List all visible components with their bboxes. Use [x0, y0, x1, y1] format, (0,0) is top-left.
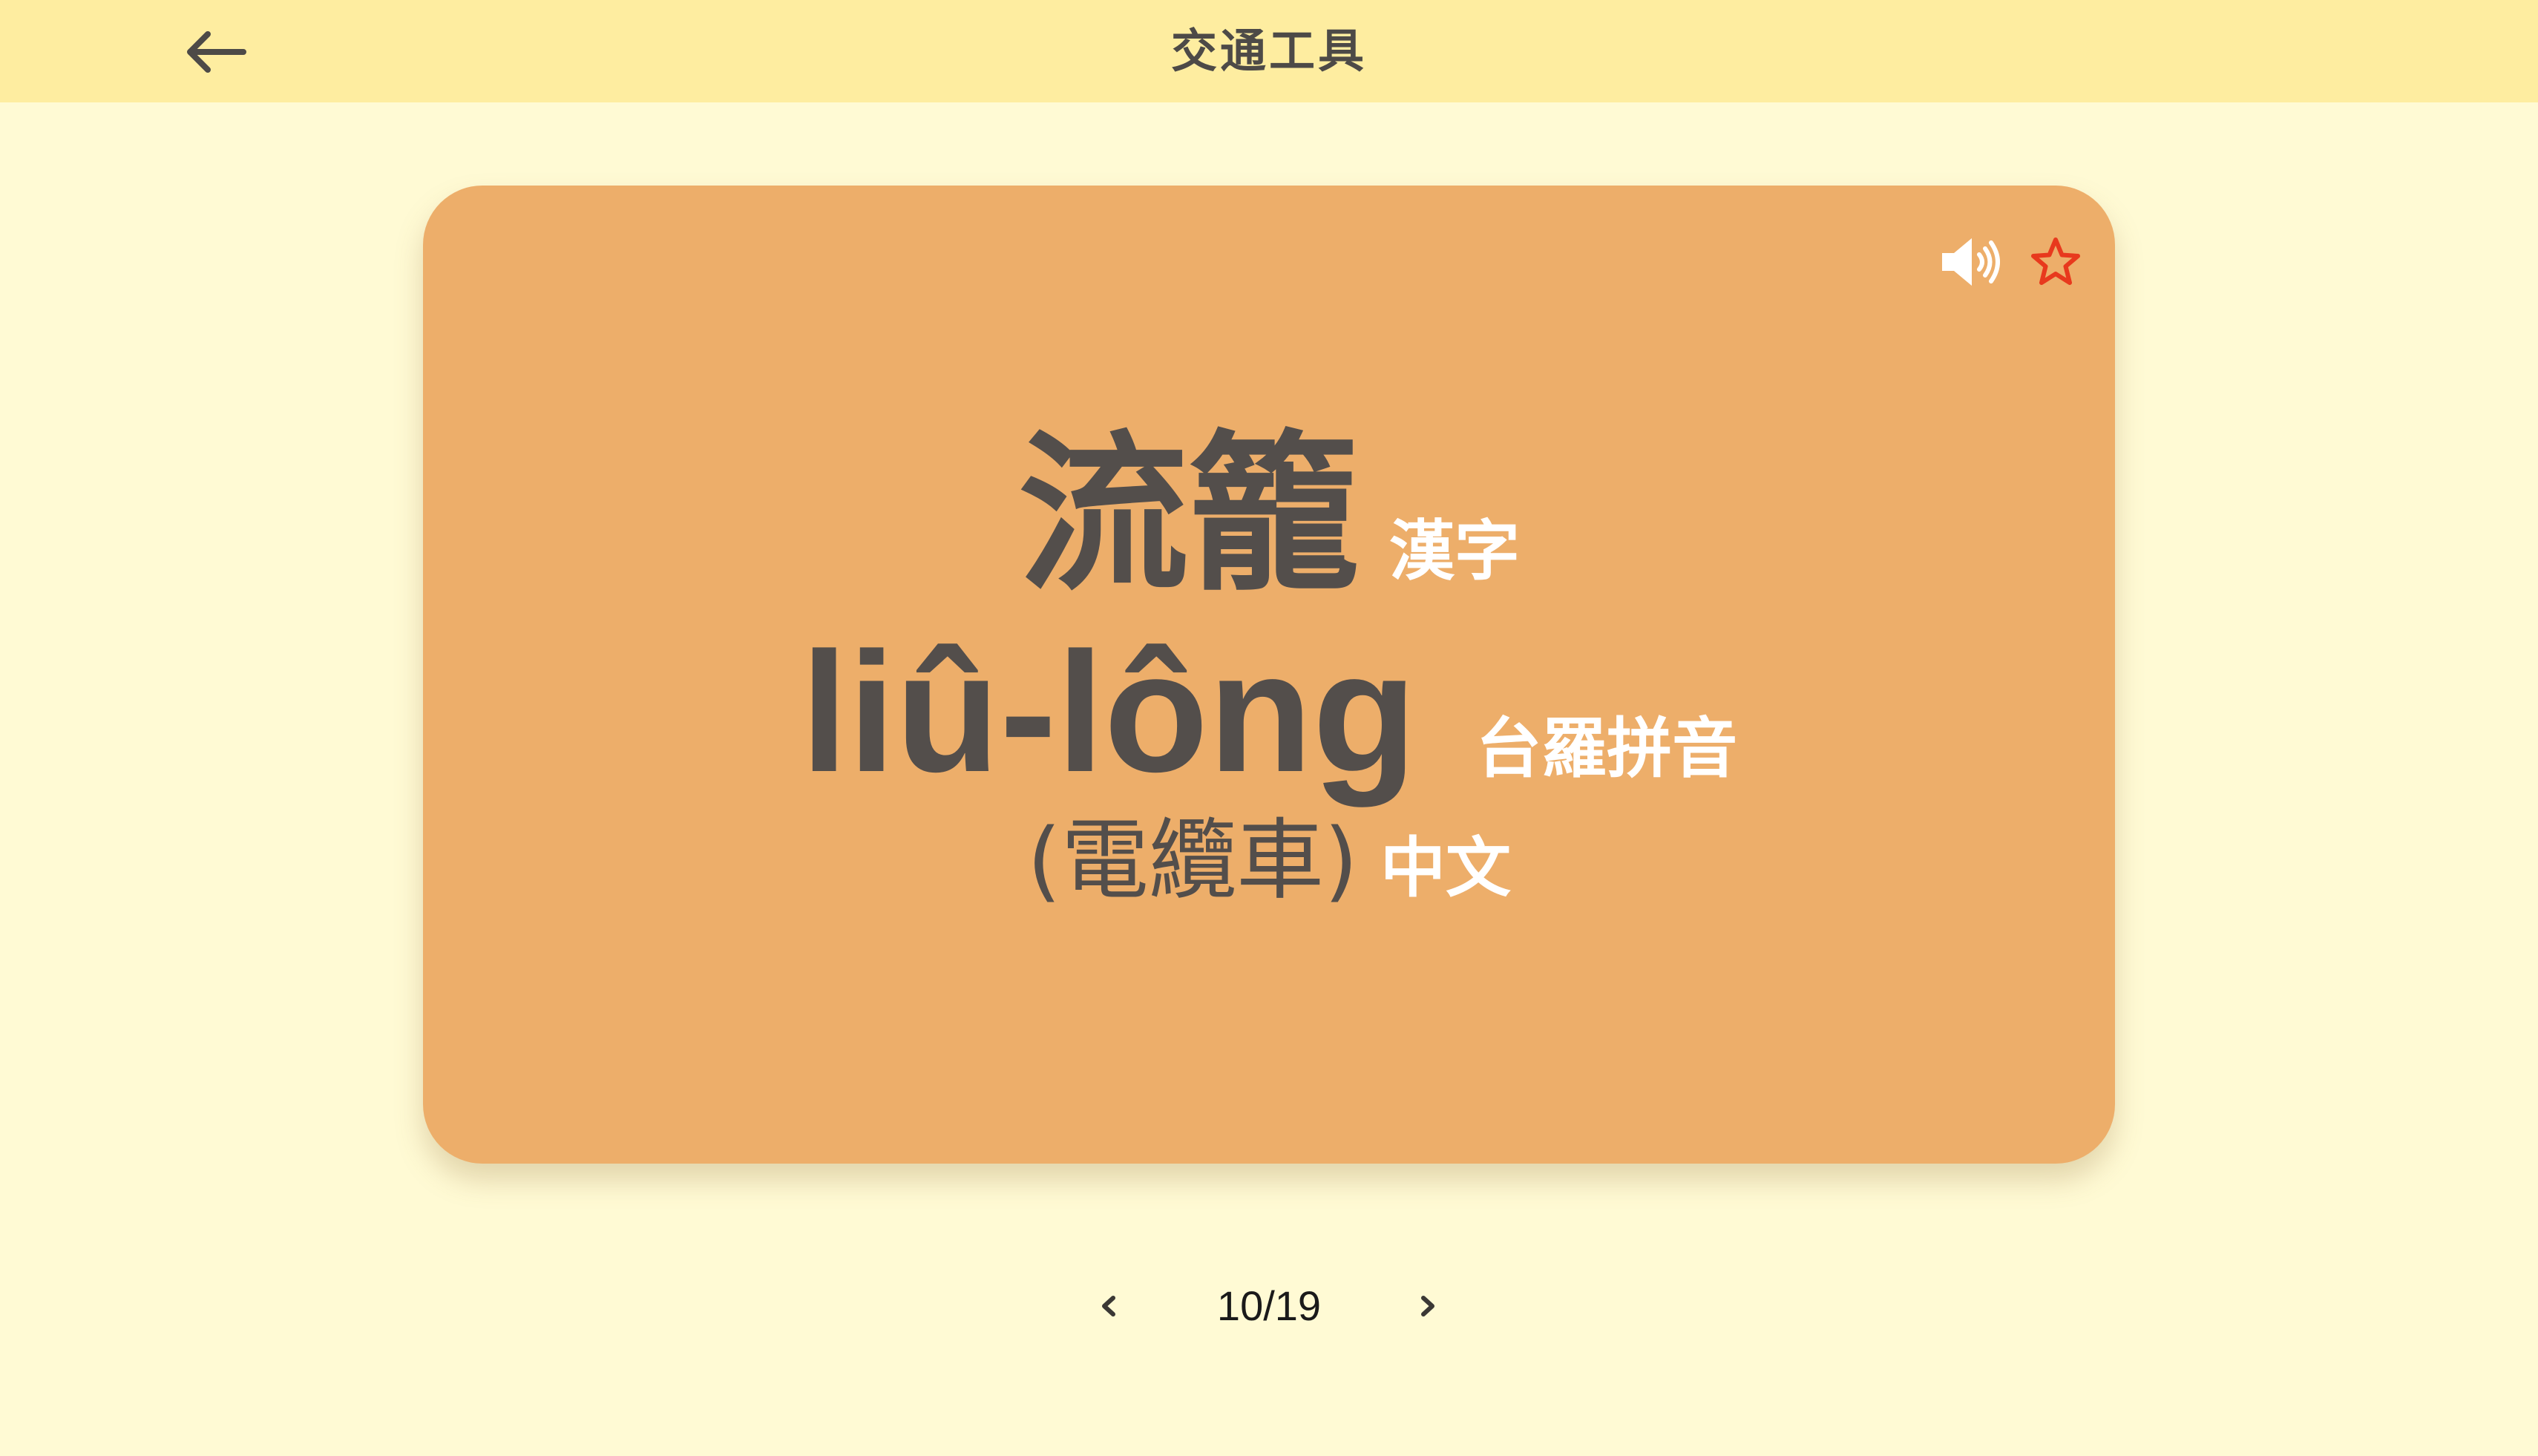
- top-bar: 交通工具: [0, 0, 2538, 102]
- lomaji-word: liû-lông: [800, 617, 1417, 807]
- chinese-tag: 中文: [1380, 830, 1512, 906]
- lomaji-row: liû-lông 台羅拼音: [423, 627, 2115, 798]
- play-audio-button[interactable]: [1929, 221, 2011, 303]
- next-card-button[interactable]: [1406, 1284, 1450, 1328]
- chevron-right-icon: [1421, 1296, 1434, 1316]
- chinese-word: (電纜車): [1026, 809, 1359, 911]
- hanji-row: 流籠 漢字: [423, 430, 2115, 601]
- page-counter: 10/19: [1216, 1282, 1322, 1329]
- speaker-icon: [1942, 238, 2000, 286]
- arrow-left-icon: [187, 31, 246, 73]
- flashcard[interactable]: 流籠 漢字 liû-lông 台羅拼音 (電纜車) 中文: [423, 186, 2115, 1164]
- pagination: 10/19: [0, 1269, 2538, 1343]
- chevron-left-icon: [1102, 1296, 1115, 1316]
- hanji-tag: 漢字: [1389, 513, 1521, 589]
- star-outline-icon: [2031, 237, 2080, 285]
- previous-card-button[interactable]: [1086, 1284, 1131, 1328]
- back-button[interactable]: [178, 22, 252, 82]
- page-title: 交通工具: [1170, 24, 1367, 78]
- hanji-word: 流籠: [1017, 416, 1360, 614]
- favorite-button[interactable]: [2015, 221, 2096, 303]
- lomaji-tag: 台羅拼音: [1476, 710, 1738, 787]
- chinese-row: (電纜車) 中文: [423, 816, 2115, 904]
